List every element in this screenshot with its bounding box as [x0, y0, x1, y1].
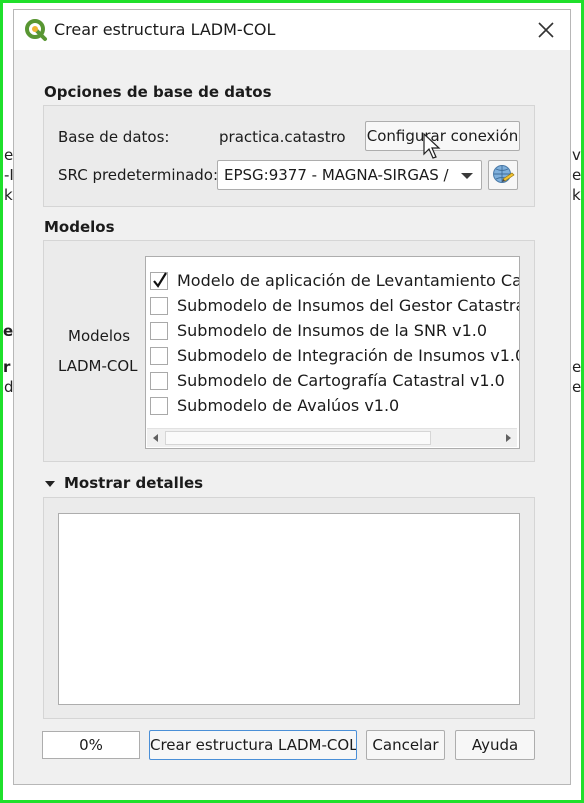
cancel-button[interactable]: Cancelar	[366, 730, 445, 760]
progress-bar: 0%	[42, 731, 140, 759]
model-item-label: Submodelo de Cartografía Catastral v1.0	[177, 371, 505, 390]
background-text-fragment: e	[572, 166, 582, 184]
close-button[interactable]	[532, 16, 560, 44]
db-options-section-title: Opciones de base de datos	[44, 83, 272, 101]
background-text-fragment: -I	[4, 166, 14, 184]
create-structure-button[interactable]: Crear estructura LADM-COL	[149, 730, 357, 760]
scrollbar-thumb[interactable]	[165, 431, 431, 445]
background-text-fragment: e	[4, 146, 14, 164]
model-checkbox[interactable]	[150, 297, 168, 315]
crs-combobox[interactable]: EPSG:9377 - MAGNA-SIRGAS /	[217, 160, 482, 190]
background-text-fragment: d	[4, 378, 14, 396]
help-button[interactable]: Ayuda	[455, 730, 535, 760]
horizontal-scrollbar[interactable]	[147, 428, 517, 447]
model-item-avaluos[interactable]: Submodelo de Avalúos v1.0	[150, 395, 519, 419]
model-item-label: Submodelo de Integración de Insumos v1.0	[177, 346, 520, 365]
create-structure-dialog: Crear estructura LADM-COL Opciones de ba…	[14, 10, 570, 784]
background-text-fragment: e	[572, 358, 582, 376]
details-text-area[interactable]	[58, 513, 520, 705]
model-checkbox[interactable]	[150, 347, 168, 365]
background-text-fragment: k	[572, 186, 581, 204]
model-checkbox[interactable]	[150, 272, 168, 290]
arrow-right-icon	[506, 434, 511, 442]
db-options-group: Base de datos: practica.catastro Configu…	[43, 105, 535, 207]
scrollbar-track[interactable]	[165, 431, 499, 445]
model-checkbox[interactable]	[150, 372, 168, 390]
crs-combobox-value: EPSG:9377 - MAGNA-SIRGAS /	[224, 166, 449, 184]
globe-crs-icon	[493, 165, 515, 183]
arrow-left-icon	[153, 434, 158, 442]
models-section-title: Modelos	[44, 218, 115, 236]
show-details-label: Mostrar detalles	[64, 474, 204, 492]
scroll-left-button[interactable]	[147, 429, 165, 447]
model-item-insumos-gestor[interactable]: Submodelo de Insumos del Gestor Catastra…	[150, 295, 520, 319]
model-item-label: Submodelo de Insumos de la SNR v1.0	[177, 321, 488, 340]
background-text-fragment: r	[3, 358, 11, 376]
close-icon	[538, 22, 554, 38]
model-item-integracion[interactable]: Submodelo de Integración de Insumos v1.0	[150, 345, 520, 369]
db-label: Base de datos:	[58, 128, 170, 146]
models-side-label-ladm: LADM-COL	[58, 357, 138, 375]
crs-label: SRC predeterminado:	[58, 166, 219, 184]
db-value: practica.catastro	[219, 128, 346, 146]
background-text-fragment: e	[3, 322, 14, 340]
qgis-logo-icon	[24, 18, 48, 42]
models-side-label: Modelos	[68, 327, 131, 345]
model-item-label: Submodelo de Insumos del Gestor Catastra…	[177, 296, 520, 315]
triangle-down-icon	[45, 481, 55, 487]
model-item-levantamiento[interactable]: Modelo de aplicación de Levantamiento Ca…	[150, 270, 520, 294]
chevron-down-icon	[461, 173, 473, 179]
show-details-toggle[interactable]: Mostrar detalles	[42, 474, 242, 494]
scroll-right-button[interactable]	[499, 429, 517, 447]
models-group: Modelos LADM-COL Modelo de aplicación de…	[43, 240, 535, 462]
model-checkbox[interactable]	[150, 397, 168, 415]
background-text-fragment: v	[572, 146, 581, 164]
model-checkbox[interactable]	[150, 322, 168, 340]
dialog-titlebar[interactable]: Crear estructura LADM-COL	[14, 10, 570, 50]
model-item-label: Submodelo de Avalúos v1.0	[177, 396, 400, 415]
background-text-fragment: k	[4, 186, 13, 204]
crs-selector-button[interactable]	[488, 160, 518, 190]
progress-text: 0%	[79, 736, 103, 754]
checkmark-icon	[153, 272, 167, 288]
details-group	[43, 497, 535, 719]
dialog-title: Crear estructura LADM-COL	[54, 20, 276, 39]
mouse-pointer-icon	[423, 132, 441, 159]
models-list[interactable]: Modelo de aplicación de Levantamiento Ca…	[145, 256, 520, 449]
background-text-fragment: e	[572, 378, 582, 396]
model-item-cartografia[interactable]: Submodelo de Cartografía Catastral v1.0	[150, 370, 519, 394]
model-item-label: Modelo de aplicación de Levantamiento Ca…	[177, 271, 520, 290]
model-item-insumos-snr[interactable]: Submodelo de Insumos de la SNR v1.0	[150, 320, 519, 344]
